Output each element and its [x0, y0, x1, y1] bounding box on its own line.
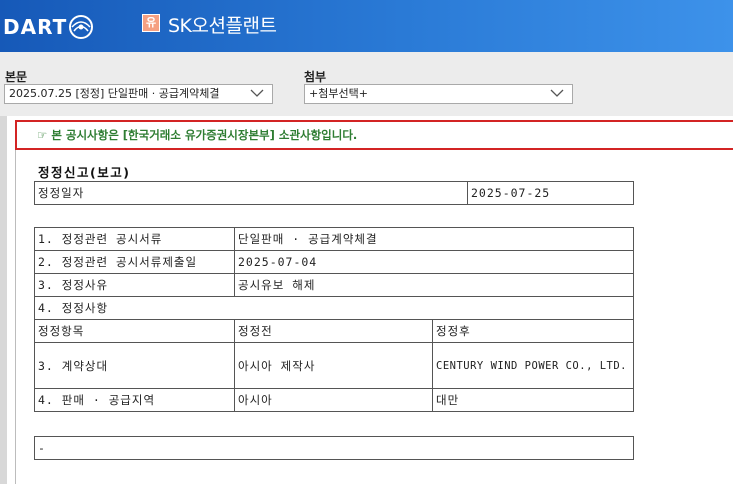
- change-before-cell: 아시아 제작사: [234, 342, 433, 389]
- column-header: 정정전: [234, 319, 433, 343]
- row-value-cell: 2025-07-04: [234, 250, 634, 274]
- row-label-cell: 1. 정정관련 공시서류: [34, 227, 235, 251]
- company-name[interactable]: SK오션플랜트: [168, 11, 277, 38]
- selector-bar: 본문 2025.07.25 [정정] 단일판매 · 공급계약체결 첨부 +첨부선…: [0, 52, 733, 116]
- table-row: 3. 계약상대 아시아 제작사 CENTURY WIND POWER CO., …: [34, 342, 634, 389]
- column-header: 정정항목: [34, 319, 235, 343]
- dart-logo[interactable]: DART: [3, 13, 94, 41]
- table-row: 4. 판매 · 공급지역 아시아 대만: [34, 388, 634, 412]
- left-gutter: [0, 116, 7, 484]
- table-header-row: 정정항목 정정전 정정후: [34, 319, 634, 343]
- row-value-cell: 공시유보 해제: [234, 273, 634, 297]
- table-row: 4. 정정사항: [34, 296, 634, 320]
- date-value-cell: 2025-07-25: [467, 181, 634, 205]
- change-item-cell: 3. 계약상대: [34, 342, 235, 389]
- row-label-cell: 2. 정정관련 공시서류제출일: [34, 250, 235, 274]
- document-border: [15, 150, 16, 484]
- change-item-cell: 4. 판매 · 공급지역: [34, 388, 235, 412]
- change-before-cell: 아시아: [234, 388, 433, 412]
- table-row: 1. 정정관련 공시서류 단일판매 · 공급계약체결: [34, 227, 634, 251]
- market-badge: 유: [142, 14, 160, 32]
- table-row: 정정일자 2025-07-25: [34, 181, 634, 205]
- column-header: 정정후: [432, 319, 634, 343]
- logo-text: DART: [3, 15, 68, 39]
- dart-header: DART 유 SK오션플랜트: [0, 0, 733, 52]
- row-label-cell: 3. 정정사유: [34, 273, 235, 297]
- main-doc-select[interactable]: 2025.07.25 [정정] 단일판매 · 공급계약체결: [4, 84, 273, 104]
- main-doc-select-value: 2025.07.25 [정정] 단일판매 · 공급계약체결: [9, 87, 220, 100]
- chevron-down-icon: [250, 89, 264, 97]
- jurisdiction-notice: ☞ 본 공시사항은 [한국거래소 유가증권시장본부] 소관사항입니다.: [15, 120, 733, 150]
- attachment-label: 첨부: [304, 70, 327, 84]
- correction-detail-table: 1. 정정관련 공시서류 단일판매 · 공급계약체결 2. 정정관련 공시서류제…: [34, 227, 634, 412]
- change-after-cell: CENTURY WIND POWER CO., LTD.: [432, 342, 634, 389]
- remarks-table: -: [34, 436, 634, 460]
- table-row: 2. 정정관련 공시서류제출일 2025-07-04: [34, 250, 634, 274]
- table-row: -: [34, 436, 634, 460]
- document-viewer: ☞ 본 공시사항은 [한국거래소 유가증권시장본부] 소관사항입니다. 정정신고…: [0, 116, 733, 484]
- date-label-cell: 정정일자: [34, 181, 468, 205]
- change-after-cell: 대만: [432, 388, 634, 412]
- attachment-select[interactable]: +첨부선택+: [304, 84, 573, 104]
- document-title: 정정신고(보고): [38, 165, 131, 180]
- correction-date-table: 정정일자 2025-07-25: [34, 181, 634, 205]
- attachment-select-value: +첨부선택+: [309, 87, 368, 100]
- chevron-down-icon: [550, 89, 564, 97]
- remarks-cell: -: [34, 436, 634, 460]
- dart-swirl-icon: [69, 15, 94, 39]
- main-doc-label: 본문: [5, 70, 28, 84]
- table-row: 3. 정정사유 공시유보 해제: [34, 273, 634, 297]
- row-value-cell: 단일판매 · 공급계약체결: [234, 227, 634, 251]
- section-header-cell: 4. 정정사항: [34, 296, 634, 320]
